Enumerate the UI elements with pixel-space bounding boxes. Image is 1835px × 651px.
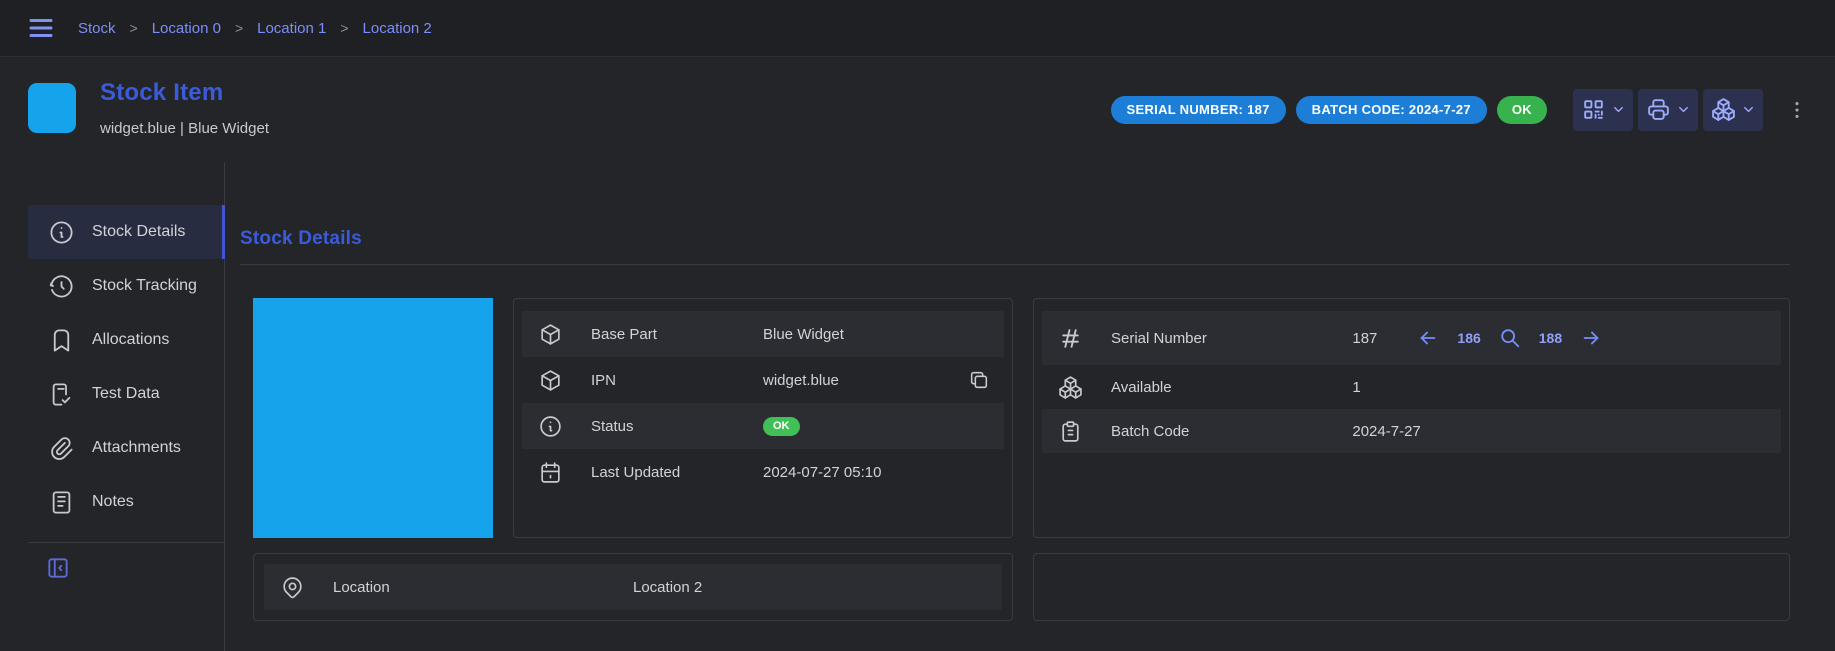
panel-title: Stock Details xyxy=(240,228,1790,250)
menu-icon[interactable] xyxy=(26,13,56,43)
chevron-down-icon xyxy=(1611,102,1626,117)
page-title: Stock Item xyxy=(100,79,269,107)
row-label: IPN xyxy=(591,372,616,389)
chevron-down-icon xyxy=(1676,102,1691,117)
qrcode-icon xyxy=(1581,97,1606,122)
bookmark-icon xyxy=(48,327,75,354)
location-link[interactable]: Location 2 xyxy=(633,579,702,596)
clipboard-icon xyxy=(1058,419,1083,444)
print-actions-button[interactable] xyxy=(1638,89,1698,131)
cube-icon xyxy=(538,368,563,393)
empty-detail-card xyxy=(1033,553,1790,621)
info-circle-icon xyxy=(538,414,563,439)
sidebar-item-label: Test Data xyxy=(92,385,160,403)
sidebar-item-notes[interactable]: Notes xyxy=(28,475,224,529)
breadcrumb-location-0[interactable]: Location 0 xyxy=(152,20,221,37)
stock-actions-button[interactable] xyxy=(1703,89,1763,131)
printer-icon xyxy=(1646,97,1671,122)
hash-icon xyxy=(1058,326,1083,351)
calendar-icon xyxy=(538,460,563,485)
page-header: Stock Item widget.blue | Blue Widget SER… xyxy=(0,57,1835,162)
sidebar-item-test-data[interactable]: Test Data xyxy=(28,367,224,421)
available-value: 1 xyxy=(1352,379,1360,396)
location-card: Location Location 2 xyxy=(253,553,1013,621)
map-pin-icon xyxy=(280,575,305,600)
copy-icon[interactable] xyxy=(968,369,990,391)
part-image[interactable] xyxy=(253,298,493,538)
chevron-down-icon xyxy=(1741,102,1756,117)
part-details-card: Base Part Blue Widget IPN widget.blue xyxy=(513,298,1013,538)
serial-number-badge: SERIAL NUMBER: 187 xyxy=(1111,96,1286,124)
sidebar-item-label: Allocations xyxy=(92,331,169,349)
packages-icon xyxy=(1711,97,1736,122)
next-serial-link[interactable]: 188 xyxy=(1539,330,1562,346)
paperclip-icon xyxy=(48,435,75,462)
search-icon[interactable] xyxy=(1499,327,1521,349)
breadcrumb: Stock > Location 0 > Location 1 > Locati… xyxy=(78,20,432,37)
row-label: Status xyxy=(591,418,634,435)
sidebar-item-label: Stock Tracking xyxy=(92,277,197,295)
stock-item-thumbnail[interactable] xyxy=(28,83,76,133)
last-updated-value: 2024-07-27 05:10 xyxy=(763,464,881,481)
sidebar-item-label: Attachments xyxy=(92,439,181,457)
info-circle-icon xyxy=(48,219,75,246)
stock-details-card: Serial Number 187 186 188 xyxy=(1033,298,1790,538)
row-label: Serial Number xyxy=(1111,330,1207,347)
stock-details-panel: Stock Details Base Part Blue Widget xyxy=(225,162,1835,651)
file-check-icon xyxy=(48,381,75,408)
page-subtitle: widget.blue | Blue Widget xyxy=(100,120,269,137)
barcode-actions-button[interactable] xyxy=(1573,89,1633,131)
sidebar-item-allocations[interactable]: Allocations xyxy=(28,313,224,367)
row-label: Last Updated xyxy=(591,464,680,481)
sidebar-item-label: Notes xyxy=(92,493,134,511)
sidebar-collapse-icon[interactable] xyxy=(45,555,71,581)
row-label: Batch Code xyxy=(1111,423,1189,440)
breadcrumb-location-2[interactable]: Location 2 xyxy=(363,20,432,37)
arrow-right-icon[interactable] xyxy=(1580,327,1602,349)
breadcrumb-separator: > xyxy=(235,20,243,36)
dots-vertical-icon[interactable] xyxy=(1785,95,1809,125)
base-part-link[interactable]: Blue Widget xyxy=(763,326,844,343)
sidebar-item-label: Stock Details xyxy=(92,223,185,241)
top-navbar: Stock > Location 0 > Location 1 > Locati… xyxy=(0,0,1835,57)
row-label: Available xyxy=(1111,379,1172,396)
ipn-value: widget.blue xyxy=(763,372,839,389)
batch-code-badge: BATCH CODE: 2024-7-27 xyxy=(1296,96,1487,124)
arrow-left-icon[interactable] xyxy=(1417,327,1439,349)
table-row-batch-code: Batch Code 2024-7-27 xyxy=(1042,409,1781,453)
status-badge: OK xyxy=(1497,96,1547,124)
batch-code-value: 2024-7-27 xyxy=(1352,423,1420,440)
previous-serial-link[interactable]: 186 xyxy=(1457,330,1480,346)
notes-icon xyxy=(48,489,75,516)
status-ok-badge: OK xyxy=(763,417,800,436)
breadcrumb-stock[interactable]: Stock xyxy=(78,20,116,37)
table-row-status: Status OK xyxy=(522,403,1004,449)
sidebar-divider xyxy=(28,542,224,543)
table-row-serial-number: Serial Number 187 186 188 xyxy=(1042,311,1781,365)
serial-number-value: 187 xyxy=(1352,330,1377,347)
table-row-available: Available 1 xyxy=(1042,365,1781,409)
breadcrumb-location-1[interactable]: Location 1 xyxy=(257,20,326,37)
table-row-last-updated: Last Updated 2024-07-27 05:10 xyxy=(522,449,1004,495)
table-row-base-part: Base Part Blue Widget xyxy=(522,311,1004,357)
breadcrumb-separator: > xyxy=(340,20,348,36)
cube-icon xyxy=(538,322,563,347)
packages-icon xyxy=(1058,375,1083,400)
breadcrumb-separator: > xyxy=(130,20,138,36)
row-label: Base Part xyxy=(591,326,657,343)
history-icon xyxy=(48,273,75,300)
sidebar-item-stock-tracking[interactable]: Stock Tracking xyxy=(28,259,224,313)
row-label: Location xyxy=(333,579,390,596)
sidebar-item-attachments[interactable]: Attachments xyxy=(28,421,224,475)
detail-sidebar: Stock Details Stock Tracking Allocations… xyxy=(0,162,225,651)
sidebar-item-stock-details[interactable]: Stock Details xyxy=(28,205,224,259)
panel-divider xyxy=(240,264,1790,265)
table-row-location: Location Location 2 xyxy=(264,564,1002,610)
table-row-ipn: IPN widget.blue xyxy=(522,357,1004,403)
